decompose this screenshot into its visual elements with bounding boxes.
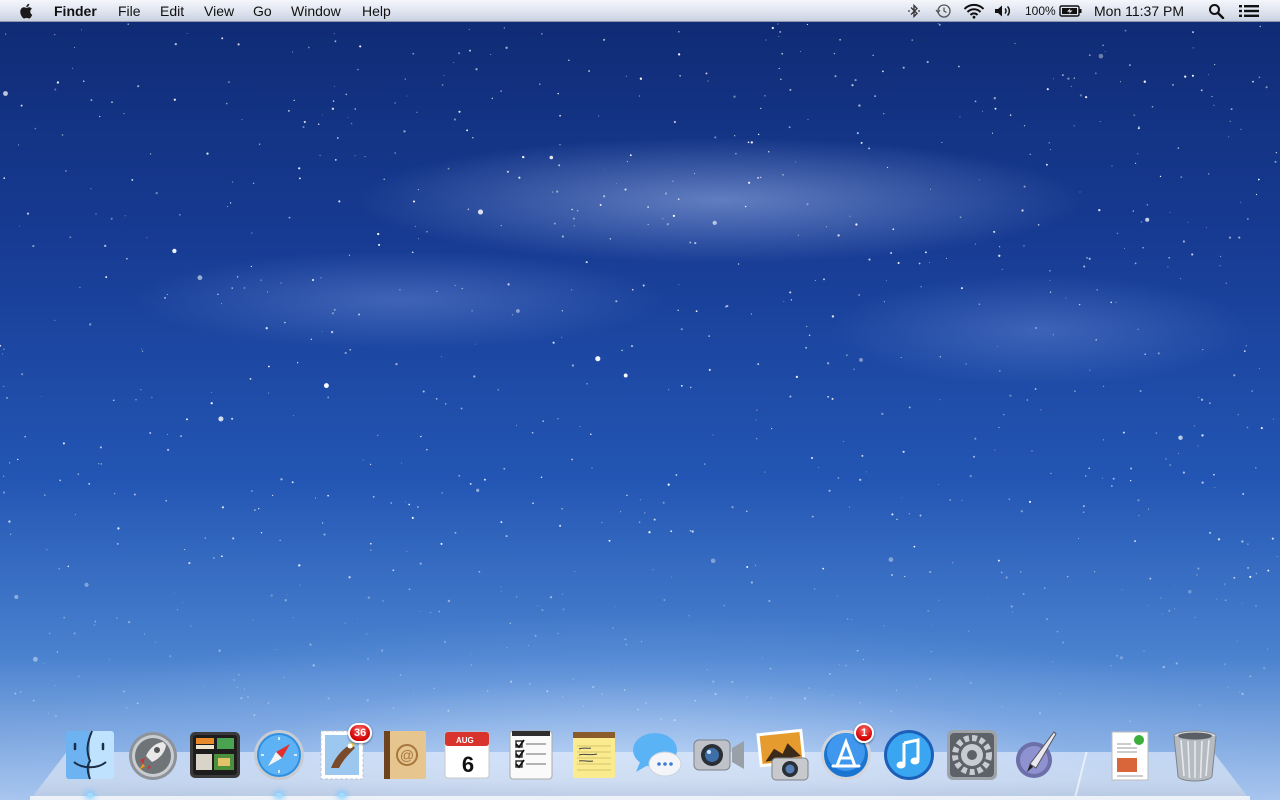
menu-edit[interactable]: Edit — [160, 0, 184, 22]
reminders-checklist-icon — [509, 730, 553, 780]
dock-item-script-editor[interactable] — [1008, 728, 1062, 782]
battery-percentage[interactable]: 100% — [1025, 0, 1056, 22]
safari-running-indicator — [276, 793, 282, 797]
menu-file[interactable]: File — [118, 0, 141, 22]
app-store-updates-badge: 1 — [854, 723, 874, 743]
notification-center-icon[interactable] — [1238, 3, 1260, 19]
dock-item-contacts[interactable]: @ — [378, 728, 432, 782]
time-machine-icon[interactable] — [935, 3, 952, 19]
dock-item-reminders[interactable] — [504, 728, 558, 782]
script-editor-quill-icon — [1016, 731, 1057, 778]
menu-bar-clock[interactable]: Mon 11:37 PM — [1094, 0, 1184, 22]
dock-item-system-preferences[interactable] — [945, 728, 999, 782]
photo-booth-icon — [756, 728, 809, 781]
battery-charging-icon[interactable] — [1059, 3, 1083, 19]
dock-item-notes[interactable] — [567, 728, 621, 782]
mail-running-indicator — [339, 793, 345, 797]
mission-control-icon — [190, 732, 240, 778]
wifi-icon[interactable] — [963, 3, 985, 19]
dock-item-documents[interactable] — [1103, 728, 1157, 782]
dock-item-trash[interactable] — [1168, 728, 1222, 782]
menu-view[interactable]: View — [204, 0, 234, 22]
calendar-day: 6 — [462, 752, 474, 777]
dock-item-mission-control[interactable] — [188, 728, 242, 782]
dock-item-facetime[interactable] — [692, 728, 746, 782]
dock-item-itunes[interactable] — [882, 728, 936, 782]
dock-item-messages[interactable] — [630, 728, 684, 782]
bluetooth-icon[interactable] — [906, 3, 922, 19]
svg-text:@: @ — [400, 747, 414, 763]
dock-item-photo-booth[interactable] — [756, 728, 810, 782]
itunes-note-icon — [884, 730, 934, 780]
app-menu-finder[interactable]: Finder — [54, 0, 97, 22]
contacts-book-icon: @ — [384, 731, 426, 779]
trash-can-icon — [1173, 730, 1217, 782]
dock-item-safari[interactable] — [252, 728, 306, 782]
document-stack-icon — [1111, 731, 1149, 781]
mail-unread-badge: 36 — [348, 723, 373, 743]
notes-pad-icon — [573, 732, 615, 778]
launchpad-rocket-icon — [129, 732, 177, 780]
menu-go[interactable]: Go — [253, 0, 272, 22]
dock-item-launchpad[interactable] — [126, 728, 180, 782]
apple-logo-icon[interactable] — [18, 3, 36, 19]
calendar-icon: AUG 6 — [444, 731, 490, 779]
safari-compass-icon — [254, 730, 304, 780]
dock-item-finder[interactable] — [63, 728, 117, 782]
menu-window[interactable]: Window — [291, 0, 341, 22]
finder-icon — [66, 730, 114, 780]
calendar-month: AUG — [456, 736, 474, 745]
volume-icon[interactable] — [994, 3, 1014, 19]
menu-help[interactable]: Help — [362, 0, 391, 22]
spotlight-search-icon[interactable] — [1208, 3, 1225, 19]
messages-bubble-icon — [633, 733, 682, 777]
facetime-camera-icon — [693, 739, 744, 771]
system-preferences-gear-icon — [947, 730, 997, 780]
finder-running-indicator — [87, 793, 93, 797]
starfield-wallpaper — [0, 22, 1278, 722]
desktop[interactable] — [0, 0, 1280, 800]
menu-bar: Finder File Edit View Go Window Help 100… — [0, 0, 1280, 22]
dock-item-calendar[interactable]: AUG 6 — [440, 728, 494, 782]
dock-rim — [30, 796, 1250, 800]
